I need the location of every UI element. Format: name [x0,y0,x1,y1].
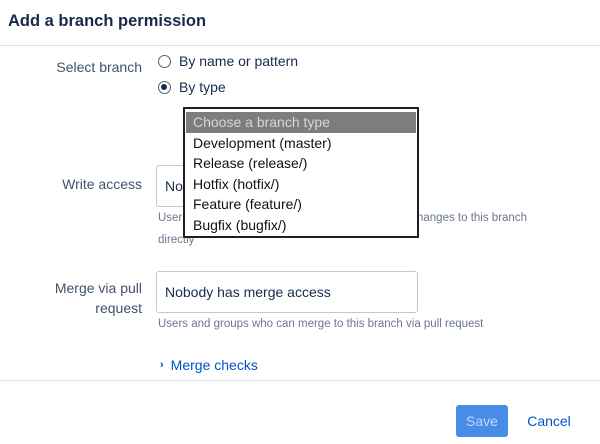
merge-label-line1: Merge via pull [54,280,142,296]
chevron-right-icon: › [160,359,164,371]
merge-checks-label: Merge checks [170,357,258,373]
merge-access-value: Nobody has merge access [165,284,331,300]
radio-by-type[interactable]: By type [158,77,226,97]
write-access-help-end: hanges to this branch [417,212,527,224]
save-button[interactable]: Save [456,405,508,437]
dropdown-option-release[interactable]: Release (release/) [186,153,416,174]
dropdown-option-hotfix[interactable]: Hotfix (hotfix/) [186,174,416,195]
dialog-title: Add a branch permission [8,12,207,30]
radio-unchecked-icon[interactable] [158,54,171,68]
radio-checked-icon[interactable] [158,80,171,94]
write-access-value: No [165,178,183,194]
write-access-label: Write access [62,176,142,192]
dialog-footer [0,380,600,444]
select-branch-label: Select branch [56,59,142,75]
branch-type-dropdown[interactable]: Choose a branch type Development (master… [183,107,419,238]
dropdown-placeholder-option[interactable]: Choose a branch type [186,112,416,133]
radio-by-name-or-pattern[interactable]: By name or pattern [158,51,298,71]
dropdown-option-bugfix[interactable]: Bugfix (bugfix/) [186,215,416,236]
write-access-help-start: User [158,212,183,224]
dropdown-option-feature[interactable]: Feature (feature/) [186,194,416,215]
radio-label-by-name: By name or pattern [179,53,299,69]
dialog-header: Add a branch permission [0,0,600,46]
radio-label-by-type: By type [179,79,226,95]
dropdown-option-development[interactable]: Development (master) [186,133,416,154]
cancel-button[interactable]: Cancel [520,405,578,437]
merge-access-input[interactable]: Nobody has merge access [156,271,418,313]
merge-label-line2: request [95,300,142,316]
merge-via-pull-request-label: Merge via pull request [30,278,142,318]
merge-access-help: Users and groups who can merge to this b… [158,318,484,330]
merge-checks-toggle[interactable]: › Merge checks [160,355,258,375]
